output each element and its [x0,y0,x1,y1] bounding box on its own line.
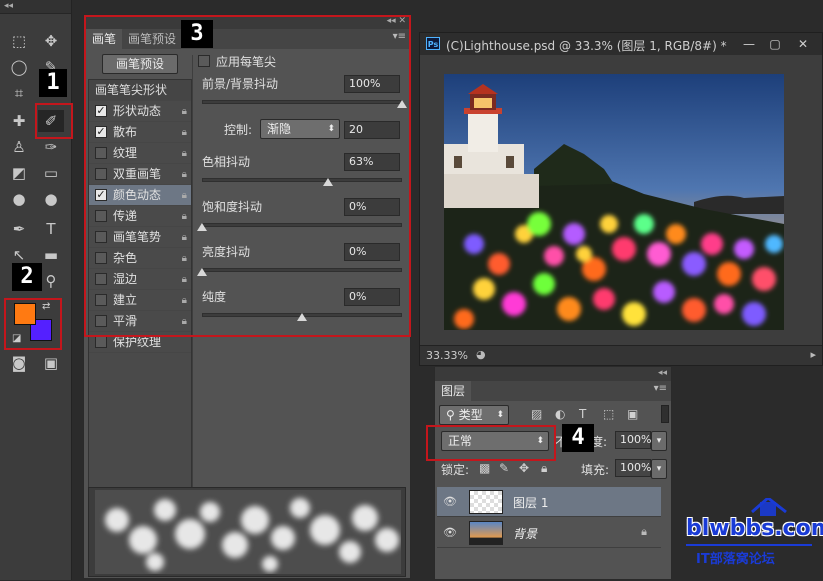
move-tool-icon[interactable]: ✥ [38,30,64,52]
opacity-dropdown-icon[interactable]: ▾ [651,431,667,451]
maximize-icon[interactable]: ▢ [764,35,786,53]
brush-stroke-preview-graphic [105,498,399,572]
fill-dropdown-icon[interactable]: ▾ [651,459,667,479]
status-arrow-icon[interactable]: ◕ [476,348,486,361]
annotation-box-1 [35,103,73,139]
brush-setting-checkbox[interactable] [95,336,107,348]
annotation-box-4 [426,425,556,461]
document-window: Ps (C)Lighthouse.psd @ 33.3% (图层 1, RGB/… [419,32,823,366]
marquee-tool-icon[interactable]: ⬚ [6,30,32,52]
eraser-tool-icon[interactable]: ◩ [6,162,32,184]
lock-position-icon[interactable]: ✥ [519,461,529,475]
annotation-number-2: 2 [12,263,42,291]
layers-menu-icon[interactable]: ▾≡ [654,383,667,394]
photoshop-icon: Ps [426,37,440,50]
minimize-icon[interactable]: — [738,35,760,53]
image-canvas[interactable] [444,74,784,330]
close-icon[interactable]: ✕ [792,35,814,53]
eye-icon[interactable]: 👁︎ [443,495,457,508]
layer-filter-select[interactable]: ⚲ 类型 ⬍ [439,405,509,425]
foreground-color-swatch[interactable] [14,303,36,325]
layer-filter-value: 类型 [458,408,483,422]
layer-thumbnail [469,521,503,545]
annotation-number-1: 1 [39,69,67,97]
filter-pixel-icon[interactable]: ▨ [531,407,542,421]
chevron-updown-icon: ⬍ [496,410,504,420]
watermark-brand: blwbbs.com [686,516,823,541]
layers-tabs: 图层 ▾≡ [435,381,671,401]
type-tool-icon[interactable]: T [38,218,64,240]
clone-stamp-tool-icon[interactable]: ♙ [6,136,32,158]
filter-adjustment-icon[interactable]: ◐ [555,407,565,421]
layer-thumbnail [469,490,503,514]
filter-shape-icon[interactable]: ⬚ [603,407,614,421]
fill-label: 填充: [581,463,610,477]
layer-name: 图层 1 [513,496,549,510]
pen-tool-icon[interactable]: ✒ [6,218,32,240]
annotation-box-3 [84,15,411,337]
zoom-level[interactable]: 33.33% [426,349,468,362]
history-brush-tool-icon[interactable]: ✑ [38,136,64,158]
gradient-tool-icon[interactable]: ▭ [38,162,64,184]
brush-stroke-preview [88,487,406,577]
layers-panel-header[interactable]: ◂◂ [435,367,671,381]
fill-field[interactable]: 100% [615,459,651,477]
annotation-number-3: 3 [181,20,213,48]
scroll-right-icon[interactable]: ▸ [810,348,816,361]
tools-panel-header[interactable]: ◂◂ [0,0,71,14]
lock-pixels-icon[interactable]: ✎ [499,461,509,475]
watermark-rule [686,544,812,546]
filter-type-icon[interactable]: T [579,407,586,421]
crop-tool-icon[interactable]: ⌗ [6,82,32,104]
screen-mode-icon[interactable]: ▣ [38,352,64,374]
blur-tool-icon[interactable]: ● [6,188,32,210]
quick-mask-icon[interactable]: ◙ [6,352,32,374]
search-icon: ⚲ [446,408,459,422]
layer-row-1[interactable]: 👁︎ 图层 1 [437,487,661,517]
tab-layers[interactable]: 图层 [435,381,472,401]
document-title: (C)Lighthouse.psd @ 33.3% (图层 1, RGB/8#)… [446,39,727,53]
eye-icon[interactable]: 👁︎ [443,526,457,539]
lasso-tool-icon[interactable]: ◯ [6,56,32,78]
healing-brush-tool-icon[interactable]: ✚ [6,110,32,132]
layer-row-background[interactable]: 👁︎ 背景 🔒︎ [437,518,661,548]
lock-transparent-icon[interactable]: ▩ [479,461,490,475]
filter-toggle[interactable] [661,405,669,423]
site-watermark: blwbbs.com IT部落窝论坛 [676,496,823,578]
annotation-number-4: 4 [562,424,594,452]
document-status-bar: 33.33% ◕ ▸ [420,345,822,365]
lock-all-icon[interactable]: 🔒︎ [541,461,547,476]
lock-icon: 🔒︎ [641,525,647,538]
lock-label: 锁定: [441,463,470,477]
filter-smart-object-icon[interactable]: ▣ [627,407,638,421]
dodge-tool-icon[interactable]: ● [38,188,64,210]
layers-panel: ◂◂ 图层 ▾≡ ⚲ 类型 ⬍ ▨ ◐ T ⬚ ▣ 正常 ⬍ 不透明度: 100… [434,366,672,580]
watermark-tagline: IT部落窝论坛 [696,552,775,567]
opacity-field[interactable]: 100% [615,431,651,449]
layer-name: 背景 [513,527,538,541]
lighthouse-photo [444,74,784,330]
document-title-bar[interactable]: Ps (C)Lighthouse.psd @ 33.3% (图层 1, RGB/… [420,33,822,55]
